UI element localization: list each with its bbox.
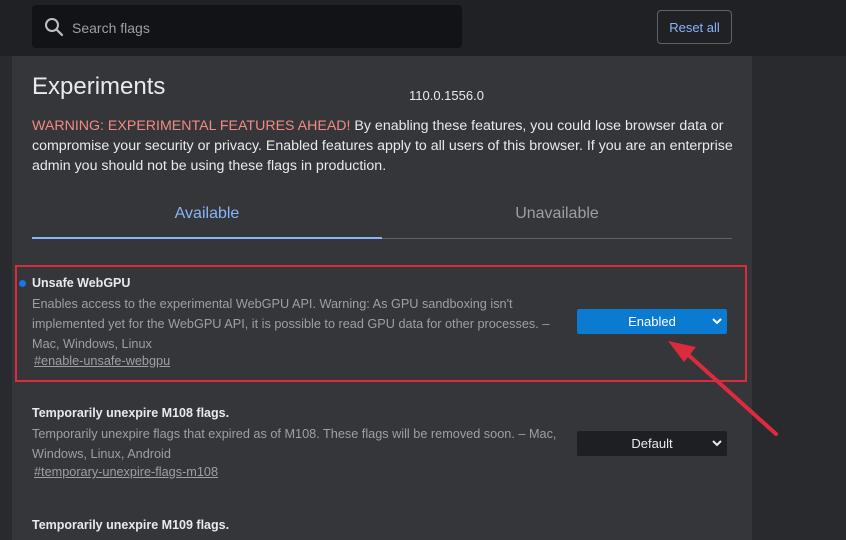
flag-description: Temporarily unexpire flags that expired … [32,427,557,461]
flag-state-select[interactable]: Enabled [577,309,727,334]
flag-description: Enables access to the experimental WebGP… [32,297,550,351]
tab-bar: Available Unavailable [32,196,732,239]
select-value: Default [631,436,673,451]
reset-all-button[interactable]: Reset all [657,10,732,44]
version-label: 110.0.1556.0 [409,88,484,103]
warning-prefix: WARNING: EXPERIMENTAL FEATURES AHEAD! [32,118,351,134]
search-icon [45,18,64,37]
page-title: Experiments [32,73,166,100]
left-gutter [0,56,12,540]
tab-available[interactable]: Available [32,196,382,238]
flag-title: Unsafe WebGPU [32,276,131,290]
warning-text: WARNING: EXPERIMENTAL FEATURES AHEAD! By… [32,116,736,176]
select-value: Enabled [628,314,676,329]
right-gutter [752,56,846,540]
tab-unavailable[interactable]: Unavailable [382,196,732,238]
flag-permalink[interactable]: #temporary-unexpire-flags-m108 [34,465,218,479]
flag-permalink[interactable]: #enable-unsafe-webgpu [34,354,170,368]
flag-state-select[interactable]: Default [577,431,727,456]
chevron-down-icon [712,318,722,325]
active-tab-indicator [32,237,382,239]
flag-title: Temporarily unexpire M108 flags. [32,406,230,420]
main-panel: Experiments 110.0.1556.0 WARNING: EXPERI… [12,56,752,540]
modified-dot-icon [19,280,26,287]
search-box[interactable] [32,5,462,50]
flag-title: Temporarily unexpire M109 flags. [32,518,230,532]
search-input[interactable] [70,5,454,50]
chevron-down-icon [712,440,722,447]
